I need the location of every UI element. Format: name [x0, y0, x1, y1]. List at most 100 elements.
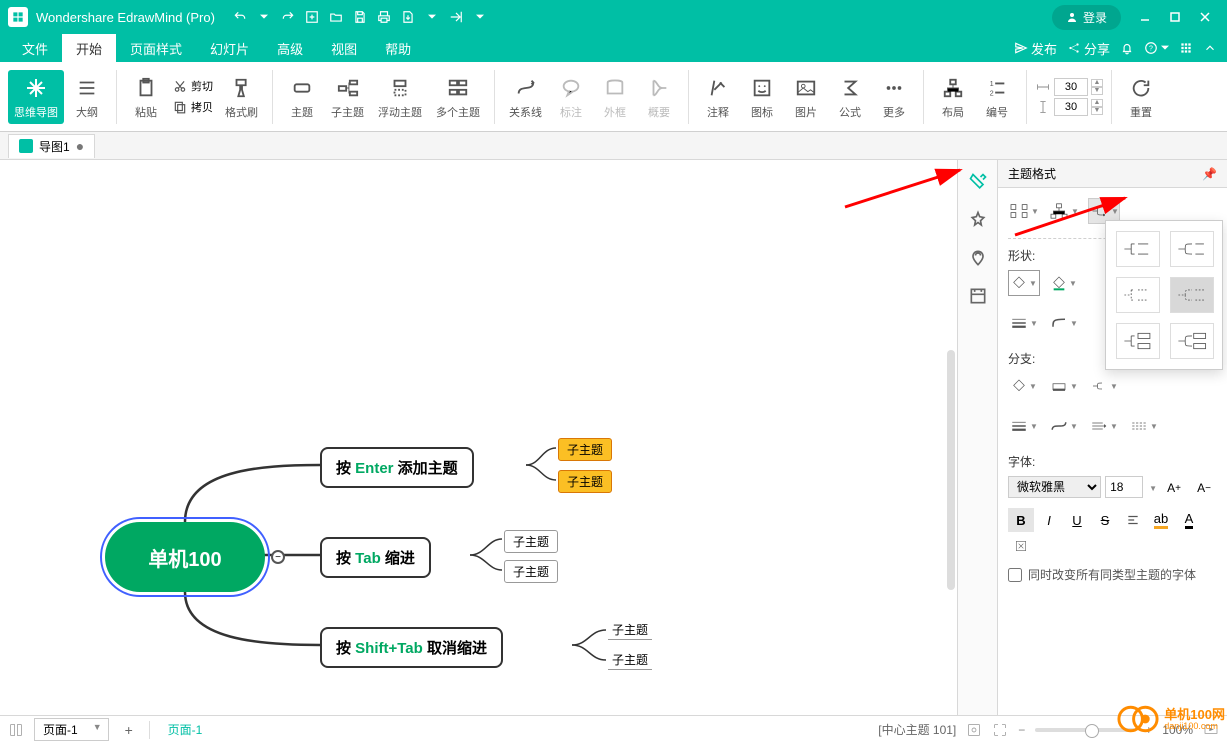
menu-advanced[interactable]: 高级	[263, 34, 317, 62]
bold-button[interactable]: B	[1008, 508, 1034, 532]
underline-button[interactable]: U	[1064, 508, 1090, 532]
font-family-select[interactable]: 微软雅黑	[1008, 476, 1101, 498]
share-quick-dropdown[interactable]	[469, 6, 491, 28]
open-button[interactable]	[325, 6, 347, 28]
canvas-scrollbar[interactable]	[947, 350, 955, 590]
current-page-tab[interactable]: 页面-1	[160, 719, 211, 740]
connector-opt-1[interactable]	[1116, 231, 1160, 267]
subtopic-yellow-1[interactable]: 子主题	[558, 438, 612, 461]
menu-slides[interactable]: 幻灯片	[196, 34, 263, 62]
help-button[interactable]: ?	[1144, 41, 1169, 55]
topic-enter[interactable]: 按 Enter 添加主题	[320, 447, 474, 488]
relation-button[interactable]: 关系线	[503, 70, 548, 124]
font-color-button[interactable]: A	[1176, 508, 1202, 532]
connector-opt-2[interactable]	[1170, 231, 1214, 267]
share-button[interactable]: 分享	[1067, 39, 1110, 58]
pin-icon[interactable]: 📌	[1202, 167, 1217, 181]
fit-icon[interactable]	[966, 722, 982, 738]
numbering-button[interactable]: 12编号	[976, 70, 1018, 124]
reset-button[interactable]: 重置	[1120, 70, 1162, 124]
close-button[interactable]	[1191, 6, 1219, 28]
font-shrink[interactable]: A−	[1191, 476, 1217, 500]
undo-button[interactable]	[229, 6, 251, 28]
layout-button[interactable]: 布局	[932, 70, 974, 124]
italic-button[interactable]: I	[1036, 508, 1062, 532]
connector-opt-3[interactable]	[1116, 277, 1160, 313]
connector-opt-4[interactable]	[1170, 277, 1214, 313]
apps-button[interactable]	[1179, 41, 1193, 55]
theme-tab-icon[interactable]	[968, 210, 988, 230]
branch-connector[interactable]: ▼	[1088, 373, 1120, 399]
subtopic-line-1[interactable]: 子主题	[608, 620, 652, 640]
canvas[interactable]: 单机100 − 按 Enter 添加主题 子主题 子主题 按 Tab 缩进 子主…	[0, 160, 957, 715]
branch-style[interactable]: ▼	[1048, 373, 1080, 399]
add-page-button[interactable]: +	[119, 722, 139, 738]
strike-button[interactable]: S	[1092, 508, 1118, 532]
collapse-handle[interactable]: −	[271, 550, 285, 564]
subtopic-yellow-2[interactable]: 子主题	[558, 470, 612, 493]
export-button[interactable]	[397, 6, 419, 28]
pages-icon[interactable]	[8, 722, 24, 738]
export-dropdown[interactable]	[421, 6, 443, 28]
font-grow[interactable]: A+	[1161, 476, 1187, 500]
menu-help[interactable]: 帮助	[371, 34, 425, 62]
fullscreen-icon[interactable]	[992, 722, 1008, 738]
align-button[interactable]	[1120, 508, 1146, 532]
save-button[interactable]	[349, 6, 371, 28]
paste-button[interactable]: 粘贴	[125, 70, 167, 124]
image-button[interactable]: 图片	[785, 70, 827, 124]
width-spinner-2[interactable]: ▲▼	[1035, 98, 1103, 116]
menu-file[interactable]: 文件	[8, 34, 62, 62]
notify-button[interactable]	[1120, 41, 1134, 55]
login-button[interactable]: 登录	[1052, 5, 1121, 30]
copy-button[interactable]: 拷贝	[169, 97, 217, 117]
clipart-tab-icon[interactable]	[968, 248, 988, 268]
outline-view-button[interactable]: 大纲	[66, 70, 108, 124]
minimize-button[interactable]	[1131, 6, 1159, 28]
width-spinner-1[interactable]: ▲▼	[1035, 78, 1103, 96]
publish-button[interactable]: 发布	[1014, 39, 1057, 58]
branch-weight[interactable]: ▼	[1008, 413, 1040, 439]
same-type-checkbox[interactable]	[1008, 568, 1022, 582]
more-button[interactable]: 更多	[873, 70, 915, 124]
multiple-topic-button[interactable]: 多个主题	[430, 70, 486, 124]
branch-curve[interactable]: ▼	[1048, 413, 1080, 439]
subtopic-line-2[interactable]: 子主题	[608, 650, 652, 670]
layout-type-1[interactable]: ▼	[1008, 198, 1040, 224]
undo-dropdown[interactable]	[253, 6, 275, 28]
connector-opt-6[interactable]	[1170, 323, 1214, 359]
page-select[interactable]: 页面-1▼	[34, 718, 109, 741]
central-topic[interactable]: 单机100	[105, 522, 265, 592]
task-tab-icon[interactable]	[968, 286, 988, 306]
mindmap-view-button[interactable]: 思维导图	[8, 70, 64, 124]
corner-style[interactable]: ▼	[1048, 310, 1080, 336]
comment-button[interactable]: 注释	[697, 70, 739, 124]
callout-button[interactable]: 标注	[550, 70, 592, 124]
branch-fill[interactable]: ▼	[1008, 373, 1040, 399]
formula-button[interactable]: 公式	[829, 70, 871, 124]
floating-topic-button[interactable]: 浮动主题	[372, 70, 428, 124]
zoom-out-button[interactable]: −	[1018, 723, 1025, 737]
shape-fill[interactable]: ▼	[1008, 270, 1040, 296]
cut-button[interactable]: 剪切	[169, 76, 217, 96]
font-size-input[interactable]	[1105, 476, 1143, 498]
share-quick-button[interactable]	[445, 6, 467, 28]
shape-border-color[interactable]: ▼	[1048, 270, 1080, 296]
redo-button[interactable]	[277, 6, 299, 28]
maximize-button[interactable]	[1161, 6, 1189, 28]
format-painter-button[interactable]: 格式刷	[219, 70, 264, 124]
document-tab[interactable]: 导图1 ●	[8, 134, 95, 158]
connector-opt-5[interactable]	[1116, 323, 1160, 359]
branch-arrow[interactable]: ▼	[1088, 413, 1120, 439]
collapse-ribbon-button[interactable]	[1203, 41, 1217, 55]
menu-view[interactable]: 视图	[317, 34, 371, 62]
line-weight[interactable]: ▼	[1008, 310, 1040, 336]
summary-button[interactable]: 概要	[638, 70, 680, 124]
topic-button[interactable]: 主题	[281, 70, 323, 124]
print-button[interactable]	[373, 6, 395, 28]
subtopic-button[interactable]: 子主题	[325, 70, 370, 124]
layout-type-2[interactable]: ▼	[1048, 198, 1080, 224]
menu-home[interactable]: 开始	[62, 34, 116, 62]
new-button[interactable]	[301, 6, 323, 28]
highlight-button[interactable]: ab	[1148, 508, 1174, 532]
